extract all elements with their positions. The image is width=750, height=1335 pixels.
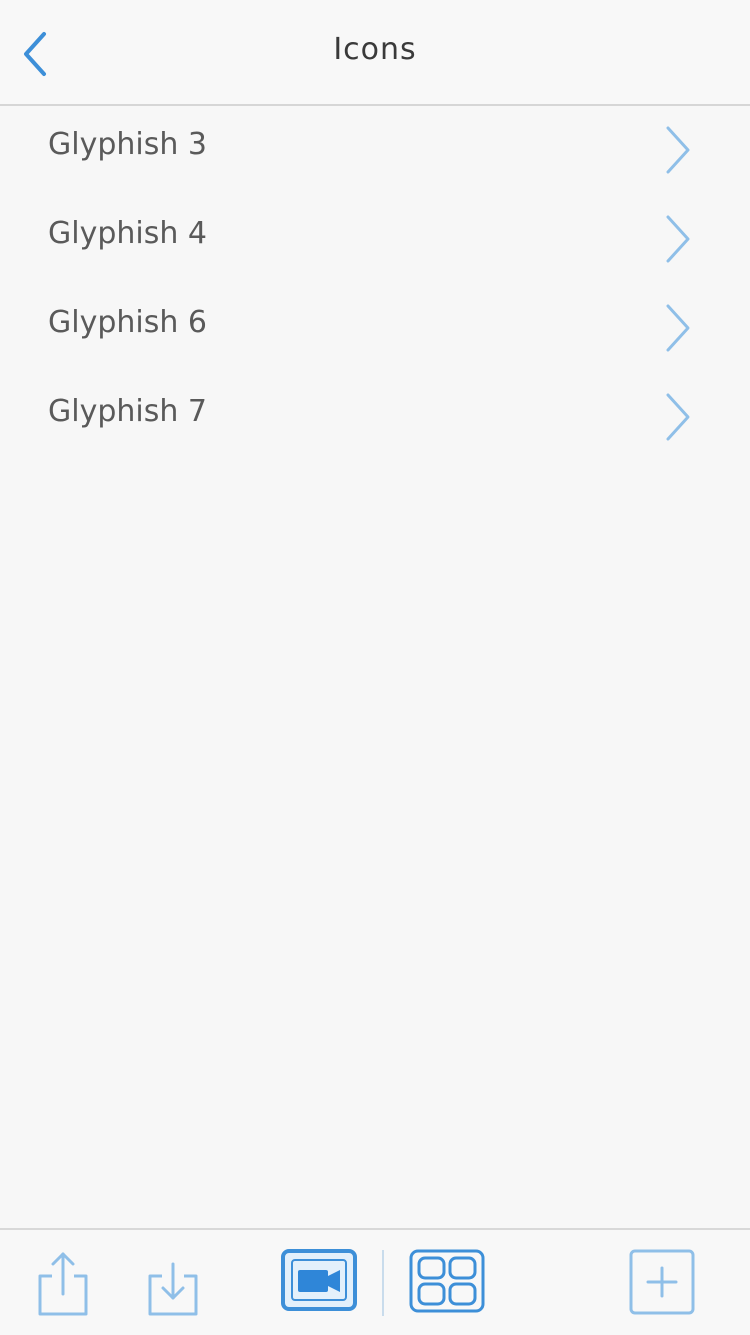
list-item[interactable]: Glyphish 4 <box>0 193 750 282</box>
add-icon <box>629 1249 695 1315</box>
share-button[interactable] <box>34 1250 92 1324</box>
list-item[interactable]: Glyphish 6 <box>0 282 750 371</box>
list-item[interactable]: Glyphish 3 <box>0 104 750 193</box>
download-button[interactable] <box>144 1250 202 1324</box>
chevron-right-icon <box>666 304 690 352</box>
video-view-icon <box>281 1249 357 1311</box>
navigation-bar: Icons <box>0 0 750 106</box>
icon-set-list: Glyphish 3 Glyphish 4 Glyphish 6 Glyphis… <box>0 104 750 460</box>
list-item-label: Glyphish 3 <box>48 127 207 162</box>
chevron-right-icon <box>666 215 690 263</box>
list-item[interactable]: Glyphish 7 <box>0 371 750 460</box>
list-item-label: Glyphish 4 <box>48 216 207 251</box>
list-item-label: Glyphish 6 <box>48 305 207 340</box>
list-item-label: Glyphish 7 <box>48 394 207 429</box>
toolbar-divider <box>382 1250 384 1316</box>
video-view-button[interactable] <box>280 1248 358 1318</box>
chevron-right-icon <box>666 393 690 441</box>
download-icon <box>148 1262 198 1316</box>
add-button[interactable] <box>628 1248 696 1320</box>
grid-view-button[interactable] <box>408 1248 486 1318</box>
page-title: Icons <box>333 32 417 67</box>
share-icon <box>38 1252 88 1316</box>
bottom-toolbar <box>0 1228 750 1335</box>
chevron-right-icon <box>666 126 690 174</box>
grid-view-icon <box>409 1249 485 1313</box>
